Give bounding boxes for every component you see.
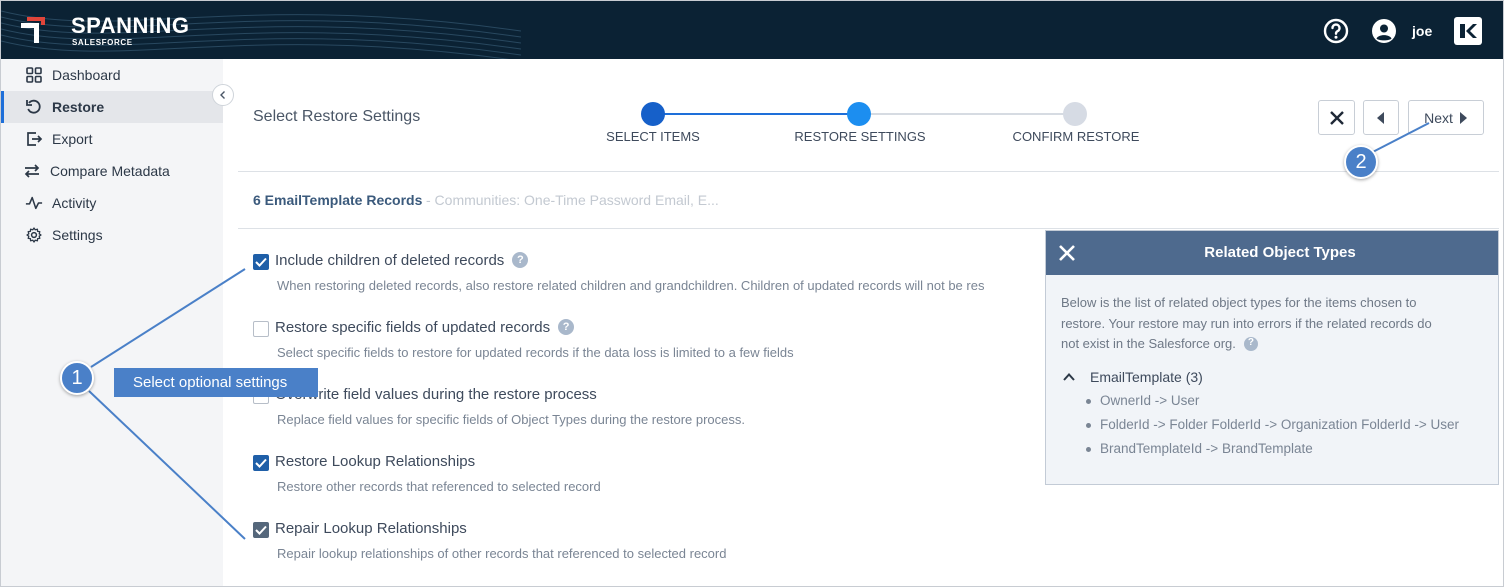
option-description: Restore other records that referenced to… bbox=[277, 479, 601, 494]
checkmark-icon bbox=[255, 525, 267, 535]
stepper-line-pending bbox=[859, 113, 1075, 115]
sidebar-item-export[interactable]: Export bbox=[1, 123, 223, 155]
sidebar-item-restore[interactable]: Restore bbox=[1, 91, 223, 123]
tree-group-label: EmailTemplate (3) bbox=[1090, 369, 1203, 385]
app-frame: SPANNING SALESFORCE joe Dashboard Restor… bbox=[0, 0, 1504, 587]
step-dot-select-items bbox=[641, 102, 665, 126]
option-label: Restore specific fields of updated recor… bbox=[275, 319, 575, 336]
top-header: SPANNING SALESFORCE joe bbox=[1, 1, 1503, 59]
back-button[interactable] bbox=[1363, 100, 1399, 135]
step-label-select-items: SELECT ITEMS bbox=[606, 129, 700, 144]
help-icon[interactable]: ? bbox=[558, 319, 575, 336]
option-label: Restore Lookup Relationships bbox=[275, 453, 476, 470]
stepper-line-complete bbox=[653, 113, 859, 115]
brand-subtitle: SALESFORCE bbox=[72, 38, 133, 47]
restore-lookup-checkbox[interactable] bbox=[253, 455, 269, 471]
sidebar: Dashboard Restore Export Compare Metadat… bbox=[1, 59, 223, 586]
cancel-button[interactable] bbox=[1318, 100, 1355, 135]
panel-header: Related Object Types bbox=[1046, 231, 1498, 275]
brand-name: SPANNING bbox=[71, 13, 190, 38]
panel-description: Below is the list of related object type… bbox=[1061, 293, 1441, 355]
step-label-restore-settings: RESTORE SETTINGS bbox=[794, 129, 926, 144]
include-children-checkbox[interactable] bbox=[253, 254, 269, 270]
option-label: Repair Lookup Relationships bbox=[275, 520, 467, 537]
triangle-right-icon bbox=[1459, 111, 1467, 124]
sidebar-item-label: Dashboard bbox=[52, 67, 121, 83]
checkmark-icon bbox=[255, 257, 267, 267]
repair-lookup-checkbox[interactable] bbox=[253, 522, 269, 538]
next-button[interactable]: Next bbox=[1408, 100, 1484, 135]
related-types-list: OwnerId -> User FolderId -> Folder Folde… bbox=[1086, 393, 1459, 465]
tree-group-emailtemplate[interactable]: EmailTemplate (3) bbox=[1062, 369, 1203, 385]
compare-icon bbox=[23, 162, 41, 180]
sidebar-item-activity[interactable]: Activity bbox=[1, 187, 223, 219]
user-name[interactable]: joe bbox=[1412, 23, 1432, 39]
option-label-text: Restore specific fields of updated recor… bbox=[275, 319, 551, 336]
divider-records bbox=[238, 228, 1499, 229]
annotation-marker-2: 2 bbox=[1344, 145, 1378, 179]
list-item: OwnerId -> User bbox=[1086, 393, 1459, 417]
list-item: FolderId -> Folder FolderId -> Organizat… bbox=[1086, 417, 1459, 441]
records-description: - Communities: One-Time Password Email, … bbox=[426, 192, 719, 208]
option-label-text: Include children of deleted records bbox=[275, 252, 505, 269]
help-icon[interactable]: ? bbox=[512, 252, 529, 269]
divider-top bbox=[238, 171, 1499, 172]
kaseya-logo-icon bbox=[1460, 24, 1477, 38]
option-description: Select specific fields to restore for up… bbox=[277, 345, 794, 360]
next-button-label: Next bbox=[1424, 109, 1453, 126]
gear-icon bbox=[25, 226, 43, 244]
records-title: 6 EmailTemplate Records bbox=[253, 192, 423, 208]
step-dot-confirm-restore bbox=[1063, 102, 1087, 126]
sidebar-collapse-button[interactable] bbox=[212, 84, 234, 106]
list-item: BrandTemplateId -> BrandTemplate bbox=[1086, 441, 1459, 465]
restore-icon bbox=[25, 98, 43, 116]
option-description: Repair lookup relationships of other rec… bbox=[277, 546, 727, 561]
close-icon bbox=[1329, 110, 1344, 125]
sidebar-item-label: Compare Metadata bbox=[50, 163, 170, 179]
checkmark-icon bbox=[255, 458, 267, 468]
export-icon bbox=[25, 130, 43, 148]
help-icon[interactable]: ? bbox=[1243, 336, 1258, 351]
annotation-marker-1: 1 bbox=[60, 361, 94, 395]
spanning-logo-icon[interactable] bbox=[19, 15, 45, 45]
sidebar-item-dashboard[interactable]: Dashboard bbox=[1, 59, 223, 91]
sidebar-item-label: Export bbox=[52, 131, 93, 147]
option-description: When restoring deleted records, also res… bbox=[277, 278, 985, 293]
sidebar-item-label: Activity bbox=[52, 195, 97, 211]
chevron-up-icon bbox=[1063, 373, 1075, 381]
option-label: Include children of deleted records? bbox=[275, 252, 529, 269]
chevron-left-icon bbox=[220, 91, 225, 99]
sidebar-item-settings[interactable]: Settings bbox=[1, 219, 223, 251]
option-description: Replace field values for specific fields… bbox=[277, 412, 745, 427]
user-avatar-icon[interactable] bbox=[1372, 19, 1396, 43]
step-label-confirm-restore: CONFIRM RESTORE bbox=[1012, 129, 1140, 144]
panel-title: Related Object Types bbox=[1204, 244, 1356, 261]
related-object-types-panel: Related Object Types Below is the list o… bbox=[1045, 230, 1499, 485]
page-title: Select Restore Settings bbox=[253, 108, 421, 125]
sidebar-item-compare-metadata[interactable]: Compare Metadata bbox=[1, 155, 223, 187]
step-dot-restore-settings bbox=[847, 102, 871, 126]
triangle-left-icon bbox=[1377, 111, 1384, 124]
restore-specific-fields-checkbox[interactable] bbox=[253, 321, 269, 337]
sidebar-item-label: Settings bbox=[52, 227, 103, 243]
annotation-label: Select optional settings bbox=[114, 368, 318, 397]
option-label: Overwrite field values during the restor… bbox=[275, 386, 597, 403]
kaseya-app-button[interactable] bbox=[1454, 17, 1482, 45]
sidebar-item-label: Restore bbox=[52, 99, 105, 115]
help-icon[interactable] bbox=[1323, 18, 1349, 44]
activity-icon bbox=[25, 194, 43, 212]
grid-icon bbox=[25, 66, 43, 84]
